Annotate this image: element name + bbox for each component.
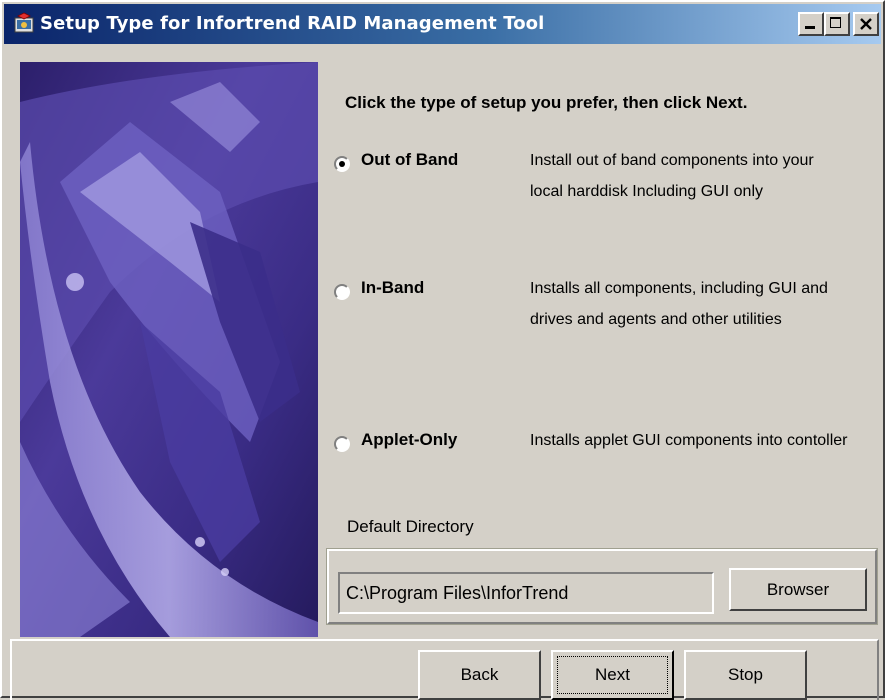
in-band-description: Installs all components, including GUI a… bbox=[530, 280, 828, 328]
stop-button-label: Stop bbox=[728, 665, 763, 684]
focus-outline bbox=[557, 656, 668, 694]
setup-window: Setup Type for Infortrend RAID Managemen… bbox=[0, 0, 885, 700]
minimize-icon bbox=[805, 26, 815, 29]
browse-button[interactable]: Browser bbox=[729, 568, 867, 611]
maximize-icon bbox=[830, 17, 841, 28]
window-title: Setup Type for Infortrend RAID Managemen… bbox=[40, 13, 545, 34]
applet-only-label[interactable]: Applet-Only bbox=[361, 430, 457, 450]
close-icon bbox=[860, 18, 872, 30]
instruction-text: Click the type of setup you prefer, then… bbox=[345, 93, 748, 112]
default-directory-label: Default Directory bbox=[347, 517, 474, 536]
close-button[interactable] bbox=[853, 12, 879, 36]
applet-only-description: Installs applet GUI components into cont… bbox=[530, 432, 848, 449]
stop-button[interactable]: Stop bbox=[684, 650, 807, 700]
minimize-button[interactable] bbox=[798, 12, 824, 36]
installer-icon bbox=[14, 12, 34, 33]
out-of-band-description: Install out of band components into your… bbox=[530, 152, 814, 200]
in-band-radio[interactable] bbox=[334, 284, 350, 300]
in-band-label[interactable]: In-Band bbox=[361, 278, 424, 298]
radio-selected-dot bbox=[339, 161, 345, 167]
applet-only-radio[interactable] bbox=[334, 436, 350, 452]
out-of-band-label[interactable]: Out of Band bbox=[361, 150, 458, 170]
out-of-band-radio[interactable] bbox=[334, 156, 350, 172]
back-button[interactable]: Back bbox=[418, 650, 541, 700]
directory-field[interactable]: C:\Program Files\InforTrend bbox=[338, 572, 714, 614]
title-bar[interactable]: Setup Type for Infortrend RAID Managemen… bbox=[4, 4, 881, 44]
back-button-label: Back bbox=[460, 665, 499, 684]
next-button[interactable]: Next bbox=[551, 650, 674, 700]
maximize-button[interactable] bbox=[824, 12, 850, 36]
product-image bbox=[20, 62, 318, 637]
